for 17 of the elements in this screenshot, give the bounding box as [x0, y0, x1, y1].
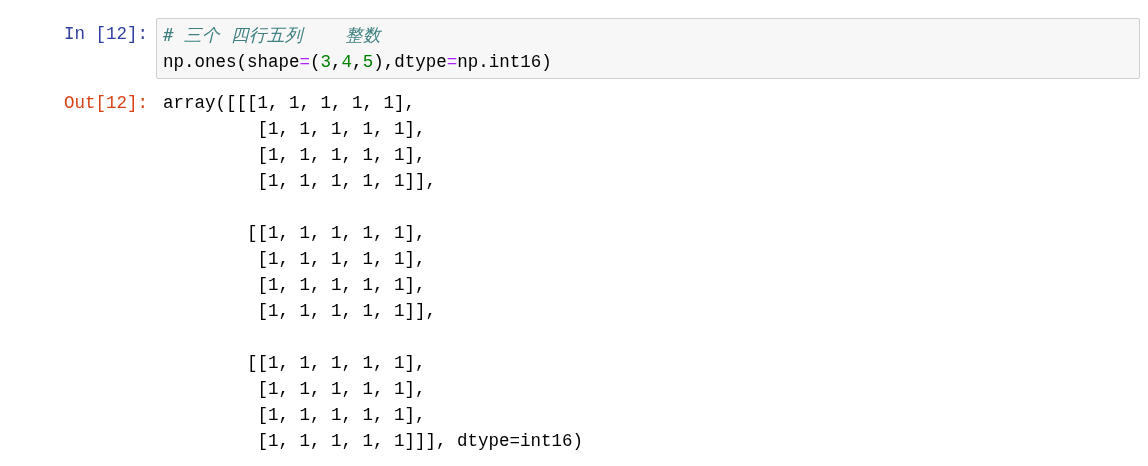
output-prompt: Out[12]: [63, 92, 149, 115]
output-line: [1, 1, 1, 1, 1]]], dtype=int16) [256, 430, 584, 453]
output-line: [[1, 1, 1, 1, 1], [246, 222, 426, 245]
output-line: [1, 1, 1, 1, 1]], [256, 170, 437, 193]
output-line: [1, 1, 1, 1, 1], [256, 248, 426, 271]
code-comment: # 三个 四行五列 整数 [163, 24, 381, 47]
output-line: [1, 1, 1, 1, 1], [256, 404, 426, 427]
output-line: [1, 1, 1, 1, 1], [256, 118, 426, 141]
output-line: [1, 1, 1, 1, 1]], [256, 300, 437, 323]
output-line: array([[[1, 1, 1, 1, 1], [163, 92, 416, 115]
input-prompt: In [12]: [63, 23, 149, 46]
output-line: [1, 1, 1, 1, 1], [256, 378, 426, 401]
code-input-field[interactable]: # 三个 四行五列 整数 np.ones(shape=(3,4,5),dtype=np.int16) [156, 18, 1140, 79]
output-line: [1, 1, 1, 1, 1], [256, 274, 426, 297]
output-line: [1, 1, 1, 1, 1], [256, 144, 426, 167]
output-line: [[1, 1, 1, 1, 1], [246, 352, 426, 375]
code-line: np.ones(shape=(3,4,5),dtype=np.int16) [163, 51, 552, 74]
